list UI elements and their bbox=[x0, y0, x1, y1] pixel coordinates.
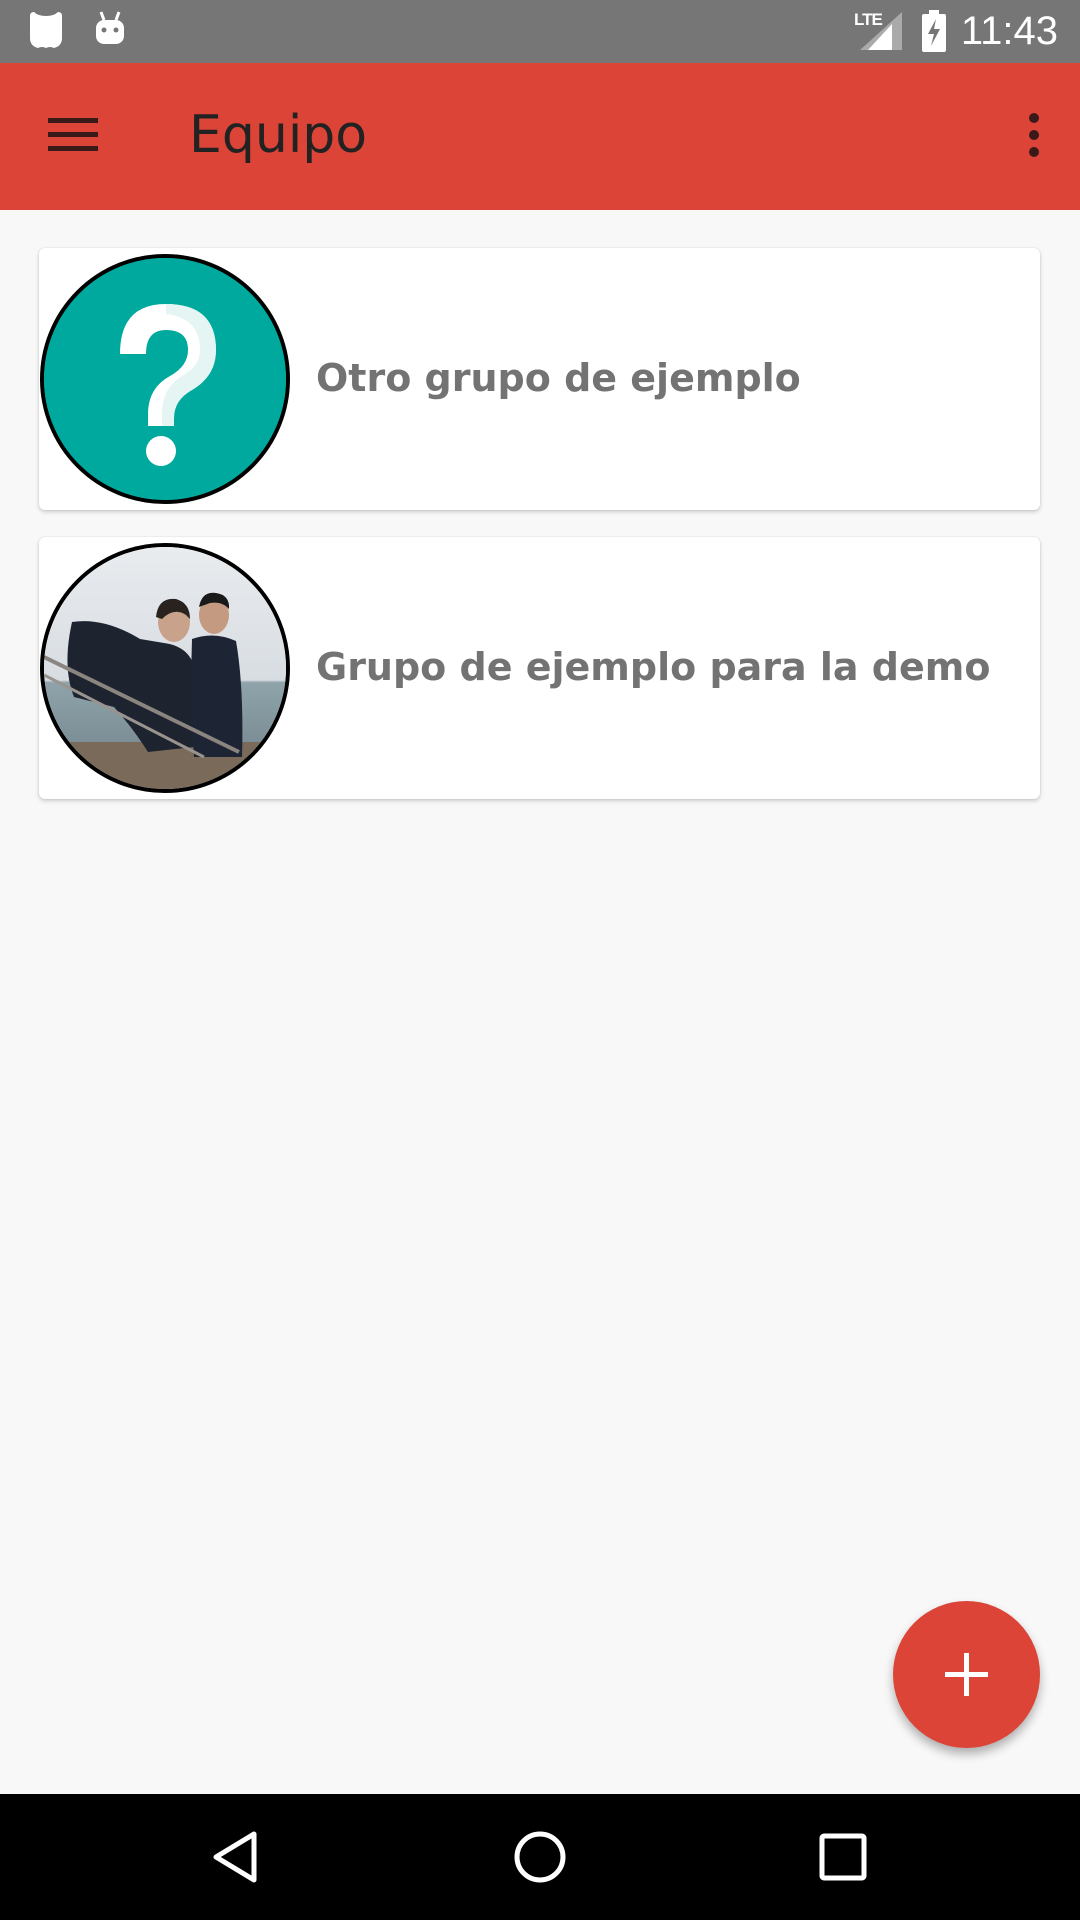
status-bar: LTE 11:43 bbox=[0, 0, 1080, 63]
hamburger-menu-icon bbox=[36, 118, 110, 176]
question-mark-avatar bbox=[40, 254, 290, 504]
app-bar: Equipo bbox=[0, 63, 1080, 210]
home-button[interactable] bbox=[505, 1822, 575, 1892]
back-icon bbox=[202, 1831, 272, 1896]
group-card[interactable]: Grupo de ejemplo para la demo bbox=[39, 537, 1040, 799]
group-name: Otro grupo de ejemplo bbox=[316, 356, 801, 400]
home-icon bbox=[505, 1831, 575, 1896]
android-icon bbox=[92, 8, 128, 53]
more-vert-icon bbox=[1010, 113, 1058, 176]
add-group-button[interactable] bbox=[893, 1601, 1040, 1748]
menu-button[interactable] bbox=[36, 98, 110, 172]
recents-icon bbox=[808, 1833, 878, 1896]
status-time: 11:43 bbox=[960, 9, 1058, 53]
recents-button[interactable] bbox=[808, 1822, 878, 1892]
signal-icon bbox=[860, 12, 902, 55]
shield-icon bbox=[24, 8, 68, 57]
back-button[interactable] bbox=[202, 1822, 272, 1892]
overflow-menu-button[interactable] bbox=[1010, 98, 1058, 172]
group-name: Grupo de ejemplo para la demo bbox=[316, 645, 991, 689]
navigation-bar bbox=[0, 1794, 1080, 1920]
group-card[interactable]: Otro grupo de ejemplo bbox=[39, 248, 1040, 510]
page-title: Equipo bbox=[189, 105, 368, 165]
battery-charging-icon bbox=[920, 10, 948, 57]
screen: LTE 11:43 Equipo Otro grupo de ejemplo G… bbox=[0, 0, 1080, 1920]
photo-avatar bbox=[40, 543, 290, 793]
